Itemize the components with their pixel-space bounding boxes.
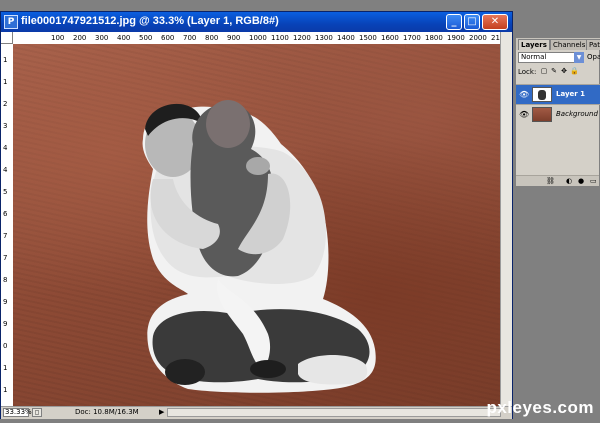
ruler-tick: 1800 <box>425 34 443 42</box>
doc-size-info: Doc: 10.8M/16.3M <box>75 408 139 416</box>
ruler-tick: 8 <box>3 276 8 284</box>
maximize-button[interactable]: □ <box>464 14 480 30</box>
watermark: pxleyes.com <box>486 398 594 417</box>
ruler-tick: 1300 <box>315 34 333 42</box>
ruler-tick: 200 <box>73 34 87 42</box>
layer-name: Background <box>556 110 598 118</box>
ruler-tick: 800 <box>205 34 219 42</box>
new-layer-icon[interactable]: ▭ <box>590 177 597 185</box>
tab-channels[interactable]: Channels <box>550 39 589 50</box>
status-menu-arrow-icon[interactable]: ▶ <box>159 408 164 417</box>
eye-icon[interactable]: 👁 <box>519 110 529 119</box>
status-info-icon[interactable]: ◻ <box>32 408 42 417</box>
ruler-tick: 400 <box>117 34 131 42</box>
photo-subject <box>142 100 376 393</box>
ruler-tick: 1700 <box>403 34 421 42</box>
ruler-tick: 1 <box>3 78 8 86</box>
ruler-tick: 6 <box>3 210 8 218</box>
ruler-tick: 1 <box>3 386 8 394</box>
layer-thumbnail <box>532 107 552 122</box>
ruler-tick: 1900 <box>447 34 465 42</box>
ruler-tick: 900 <box>227 34 241 42</box>
lock-position-icon[interactable]: ✥ <box>560 67 568 75</box>
ruler-tick: 500 <box>139 34 153 42</box>
link-icon[interactable]: ⛓ <box>546 177 555 185</box>
ruler-tick: 300 <box>95 34 109 42</box>
tab-paths[interactable]: Pat <box>586 39 600 50</box>
child-shoe <box>250 360 286 378</box>
layer-row-background[interactable]: 👁 Background <box>516 104 600 124</box>
eye-icon[interactable]: 👁 <box>519 90 529 99</box>
ruler-tick: 4 <box>3 144 8 152</box>
child-hair <box>206 100 250 148</box>
ruler-tick: 0 <box>3 342 8 350</box>
opacity-label: Opa <box>587 53 600 61</box>
ruler-tick: 9 <box>3 320 8 328</box>
window-title: file0001747921512.jpg @ 33.3% (Layer 1, … <box>21 15 279 27</box>
lock-all-icon[interactable]: 🔒 <box>570 67 579 75</box>
ruler-tick: 1600 <box>381 34 399 42</box>
man-hand <box>246 157 270 175</box>
ruler-tick: 7 <box>3 254 8 262</box>
ruler-tick: 7 <box>3 232 8 240</box>
ruler-tick: 4 <box>3 166 8 174</box>
status-bar: 33.33% ◻ Doc: 10.8M/16.3M ▶ <box>1 406 512 419</box>
ruler-tick: 9 <box>3 298 8 306</box>
ruler-tick: 2 <box>3 100 8 108</box>
ruler-tick: 1400 <box>337 34 355 42</box>
ruler-tick: 700 <box>183 34 197 42</box>
minimize-button[interactable]: _ <box>446 14 462 30</box>
ruler-tick: 1500 <box>359 34 377 42</box>
adjustment-icon[interactable]: ● <box>578 177 584 185</box>
lock-transparency-icon[interactable]: ▢ <box>540 67 548 75</box>
palette-tabs: Layers Channels Pat <box>516 38 600 50</box>
ruler-tick: 1 <box>3 364 8 372</box>
tab-layers[interactable]: Layers <box>518 39 550 50</box>
vertical-scrollbar[interactable] <box>500 32 512 406</box>
layers-palette: Layers Channels Pat Normal ▼ Opa Lock: ▢… <box>515 37 600 186</box>
image-canvas[interactable] <box>13 44 500 406</box>
title-bar[interactable]: P file0001747921512.jpg @ 33.3% (Layer 1… <box>1 12 512 32</box>
document-window: P file0001747921512.jpg @ 33.3% (Layer 1… <box>0 11 513 419</box>
ruler-tick: 3 <box>3 122 8 130</box>
fx-icon[interactable]: ◐ <box>566 177 572 185</box>
chevron-down-icon[interactable]: ▼ <box>574 52 584 63</box>
ruler-tick: 600 <box>161 34 175 42</box>
photoshop-doc-icon: P <box>4 15 18 29</box>
ruler-tick: 1000 <box>249 34 267 42</box>
ruler-corner[interactable] <box>1 32 13 44</box>
horizontal-scrollbar[interactable] <box>167 408 501 417</box>
lock-pixels-icon[interactable]: ✎ <box>550 67 558 75</box>
palette-footer: ⛓ ◐ ● ▭ <box>516 175 599 186</box>
layer-row-layer-1[interactable]: 👁 Layer 1 <box>516 84 600 104</box>
ruler-tick: 2000 <box>469 34 487 42</box>
layer-name: Layer 1 <box>556 90 586 98</box>
zoom-field[interactable]: 33.33% <box>3 408 32 417</box>
ruler-tick: 1 <box>3 56 8 64</box>
lock-label: Lock: <box>518 68 537 76</box>
ruler-tick: 100 <box>51 34 65 42</box>
ruler-tick: 5 <box>3 188 8 196</box>
left-shoe <box>165 359 205 385</box>
layer-thumbnail <box>532 87 552 102</box>
right-shoe <box>298 355 368 385</box>
close-button[interactable]: ✕ <box>482 14 508 30</box>
ruler-tick: 2100 <box>491 34 500 42</box>
ruler-tick: 1100 <box>271 34 289 42</box>
ruler-tick: 1200 <box>293 34 311 42</box>
